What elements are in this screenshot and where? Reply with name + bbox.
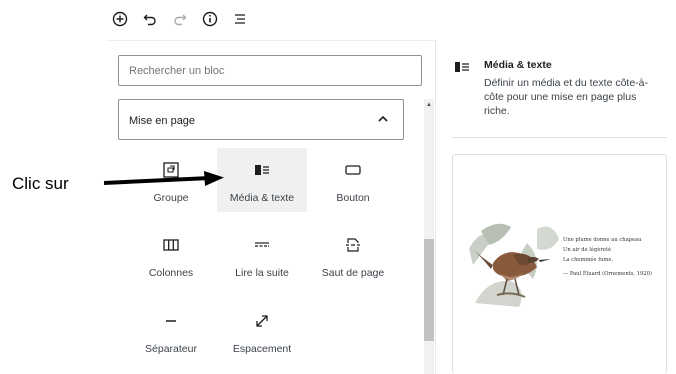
separator-icon	[161, 311, 181, 331]
preview-example-card: Une plume donne au chapeau Un air de lég…	[452, 154, 667, 374]
divider	[452, 137, 667, 138]
more-icon	[252, 235, 272, 255]
poem-attribution: — Paul Éluard (Ornements, 1920)	[563, 271, 652, 277]
search-input[interactable]: Rechercher un bloc	[118, 55, 422, 86]
media-text-icon	[252, 160, 272, 180]
info-icon[interactable]	[200, 9, 220, 29]
poem-line: Une plume donne au chapeau	[563, 237, 642, 243]
page-break-icon	[343, 235, 363, 255]
poem-line: Un air de légèreté	[563, 247, 612, 253]
block-page-break[interactable]: Saut de page	[308, 223, 398, 287]
category-label: Mise en page	[129, 115, 196, 127]
block-label: Espacement	[232, 343, 292, 355]
block-columns[interactable]: Colonnes	[126, 223, 216, 287]
button-icon	[343, 160, 363, 180]
bird-illustration	[467, 219, 562, 309]
block-more[interactable]: Lire la suite	[217, 223, 307, 287]
poem-text: Une plume donne au chapeau Un air de lég…	[563, 235, 663, 279]
editor-toolbar	[106, 0, 676, 38]
block-button[interactable]: Bouton	[308, 148, 398, 212]
block-spacer[interactable]: Espacement	[217, 299, 307, 363]
block-label: Saut de page	[321, 267, 385, 279]
scroll-up-icon[interactable]: ▲	[424, 99, 434, 111]
block-separator[interactable]: Séparateur	[126, 299, 216, 363]
poem-line: La cheminée fume.	[563, 257, 614, 263]
scrollbar-thumb[interactable]	[424, 239, 434, 341]
scrollbar[interactable]: ▲	[424, 99, 434, 374]
preview-description: Définir un média et du texte côte-à-côte…	[484, 77, 649, 117]
list-view-icon[interactable]	[230, 9, 250, 29]
spacer-icon	[252, 311, 272, 331]
annotation-label: Clic sur	[12, 174, 69, 193]
arrow-icon	[103, 171, 224, 186]
redo-icon[interactable]	[170, 9, 190, 29]
chevron-up-icon	[378, 115, 388, 122]
undo-icon[interactable]	[140, 9, 160, 29]
preview-title: Média & texte	[484, 59, 552, 71]
block-label: Séparateur	[145, 343, 197, 355]
block-inserter-panel: Rechercher un bloc Mise en page Groupe M…	[106, 40, 436, 374]
block-preview-panel: Média & texte Définir un média et du tex…	[437, 40, 676, 374]
media-text-icon	[455, 62, 469, 72]
block-label: Bouton	[336, 192, 370, 204]
block-label: Lire la suite	[235, 267, 289, 279]
add-block-icon[interactable]	[110, 9, 130, 29]
block-label: Colonnes	[148, 267, 194, 279]
category-toggle-layout[interactable]: Mise en page	[118, 99, 404, 140]
columns-icon	[161, 235, 181, 255]
